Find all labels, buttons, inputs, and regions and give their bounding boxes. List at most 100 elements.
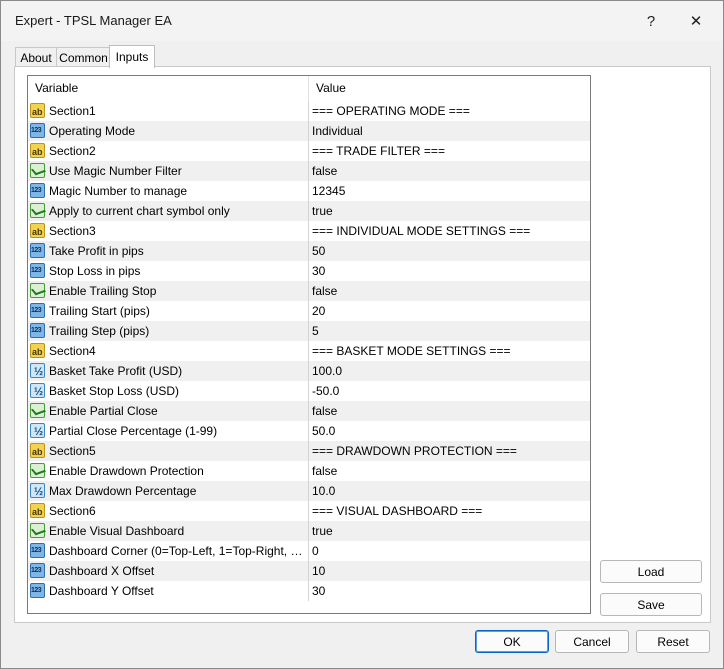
- ok-button[interactable]: OK: [475, 630, 549, 653]
- tab-about[interactable]: About: [15, 47, 57, 67]
- int-type-icon: [30, 121, 45, 141]
- value-cell[interactable]: true: [309, 201, 590, 221]
- column-header-value[interactable]: Value: [309, 76, 590, 101]
- close-icon[interactable]: ✕: [679, 7, 713, 35]
- table-row[interactable]: Section5 === DRAWDOWN PROTECTION ===: [28, 441, 590, 461]
- variable-name: Section4: [49, 344, 96, 358]
- value-cell[interactable]: 30: [309, 581, 590, 601]
- variable-cell: Stop Loss in pips: [28, 261, 309, 281]
- cancel-button[interactable]: Cancel: [555, 630, 629, 653]
- table-row[interactable]: Partial Close Percentage (1-99) 50.0: [28, 421, 590, 441]
- double-type-icon: [30, 482, 45, 501]
- int-type-icon: [30, 181, 45, 201]
- variable-name: Trailing Step (pips): [49, 324, 150, 338]
- value-cell[interactable]: 100.0: [309, 361, 590, 381]
- value-cell[interactable]: === INDIVIDUAL MODE SETTINGS ===: [309, 221, 590, 241]
- table-row[interactable]: Take Profit in pips 50: [28, 241, 590, 261]
- table-row[interactable]: Operating Mode Individual: [28, 121, 590, 141]
- window-title: Expert - TPSL Manager EA: [15, 13, 172, 28]
- value-cell[interactable]: -50.0: [309, 381, 590, 401]
- variable-cell: Section2: [28, 141, 309, 161]
- variable-cell: Basket Stop Loss (USD): [28, 381, 309, 401]
- variable-name: Section2: [49, 144, 96, 158]
- variable-cell: Section5: [28, 441, 309, 461]
- save-button[interactable]: Save: [600, 593, 702, 616]
- table-row[interactable]: Section2 === TRADE FILTER ===: [28, 141, 590, 161]
- table-row[interactable]: Magic Number to manage 12345: [28, 181, 590, 201]
- variable-name: Section5: [49, 444, 96, 458]
- table-row[interactable]: Basket Take Profit (USD) 100.0: [28, 361, 590, 381]
- variable-name: Trailing Start (pips): [49, 304, 150, 318]
- value-cell[interactable]: 50: [309, 241, 590, 261]
- value-cell[interactable]: 0: [309, 541, 590, 561]
- string-type-icon: [30, 142, 45, 161]
- table-row[interactable]: Enable Partial Close false: [28, 401, 590, 421]
- double-type-icon: [30, 382, 45, 401]
- string-type-icon: [30, 502, 45, 521]
- value-cell[interactable]: Individual: [309, 121, 590, 141]
- help-icon[interactable]: ?: [634, 7, 668, 35]
- table-row[interactable]: Trailing Step (pips) 5: [28, 321, 590, 341]
- int-type-icon: [30, 581, 45, 601]
- value-cell[interactable]: false: [309, 401, 590, 421]
- table-row[interactable]: Dashboard Corner (0=Top-Left, 1=Top-Righ…: [28, 541, 590, 561]
- column-header-variable[interactable]: Variable: [28, 76, 309, 101]
- variable-cell: Operating Mode: [28, 121, 309, 141]
- bool-type-icon: [30, 283, 45, 298]
- table-row[interactable]: Trailing Start (pips) 20: [28, 301, 590, 321]
- value-cell[interactable]: 10.0: [309, 481, 590, 501]
- variable-cell: Basket Take Profit (USD): [28, 361, 309, 381]
- variable-cell: Magic Number to manage: [28, 181, 309, 201]
- table-row[interactable]: Enable Visual Dashboard true: [28, 521, 590, 541]
- value-cell[interactable]: === VISUAL DASHBOARD ===: [309, 501, 590, 521]
- value-cell[interactable]: 10: [309, 561, 590, 581]
- variable-name: Magic Number to manage: [49, 184, 188, 198]
- value-cell[interactable]: === TRADE FILTER ===: [309, 141, 590, 161]
- table-row[interactable]: Stop Loss in pips 30: [28, 261, 590, 281]
- int-type-icon: [30, 541, 45, 561]
- variable-cell: Max Drawdown Percentage: [28, 481, 309, 501]
- reset-button[interactable]: Reset: [636, 630, 710, 653]
- value-cell[interactable]: false: [309, 461, 590, 481]
- table-row[interactable]: Basket Stop Loss (USD) -50.0: [28, 381, 590, 401]
- table-row[interactable]: Section6 === VISUAL DASHBOARD ===: [28, 501, 590, 521]
- table-row[interactable]: Section4 === BASKET MODE SETTINGS ===: [28, 341, 590, 361]
- variable-name: Basket Take Profit (USD): [49, 364, 183, 378]
- table-row[interactable]: Use Magic Number Filter false: [28, 161, 590, 181]
- value-cell[interactable]: false: [309, 281, 590, 301]
- value-cell[interactable]: === DRAWDOWN PROTECTION ===: [309, 441, 590, 461]
- value-cell[interactable]: 5: [309, 321, 590, 341]
- variable-cell: Section1: [28, 101, 309, 121]
- value-cell[interactable]: 50.0: [309, 421, 590, 441]
- value-cell[interactable]: true: [309, 521, 590, 541]
- variable-name: Use Magic Number Filter: [49, 164, 182, 178]
- value-cell[interactable]: 12345: [309, 181, 590, 201]
- variable-name: Operating Mode: [49, 124, 136, 138]
- value-cell[interactable]: === OPERATING MODE ===: [309, 101, 590, 121]
- bool-type-icon: [30, 163, 45, 178]
- table-row[interactable]: Enable Trailing Stop false: [28, 281, 590, 301]
- inputs-grid: Variable Value Section1 === OPERATING MOD…: [27, 75, 591, 614]
- table-row[interactable]: Apply to current chart symbol only true: [28, 201, 590, 221]
- string-type-icon: [30, 102, 45, 121]
- grid-rows: Section1=== OPERATING MODE ===Operating …: [28, 101, 590, 601]
- value-cell[interactable]: 30: [309, 261, 590, 281]
- table-row[interactable]: Dashboard Y Offset 30: [28, 581, 590, 601]
- variable-cell: Trailing Start (pips): [28, 301, 309, 321]
- table-row[interactable]: Enable Drawdown Protection false: [28, 461, 590, 481]
- table-row[interactable]: Section3 === INDIVIDUAL MODE SETTINGS ===: [28, 221, 590, 241]
- table-row[interactable]: Max Drawdown Percentage 10.0: [28, 481, 590, 501]
- variable-name: Enable Drawdown Protection: [49, 464, 204, 478]
- string-type-icon: [30, 342, 45, 361]
- table-row[interactable]: Dashboard X Offset 10: [28, 561, 590, 581]
- tab-common[interactable]: Common: [56, 47, 111, 67]
- table-row[interactable]: Section1 === OPERATING MODE ===: [28, 101, 590, 121]
- string-type-icon: [30, 222, 45, 241]
- load-button[interactable]: Load: [600, 560, 702, 583]
- int-type-icon: [30, 321, 45, 341]
- tab-inputs[interactable]: Inputs: [109, 45, 155, 68]
- value-cell[interactable]: 20: [309, 301, 590, 321]
- value-cell[interactable]: === BASKET MODE SETTINGS ===: [309, 341, 590, 361]
- variable-cell: Section4: [28, 341, 309, 361]
- value-cell[interactable]: false: [309, 161, 590, 181]
